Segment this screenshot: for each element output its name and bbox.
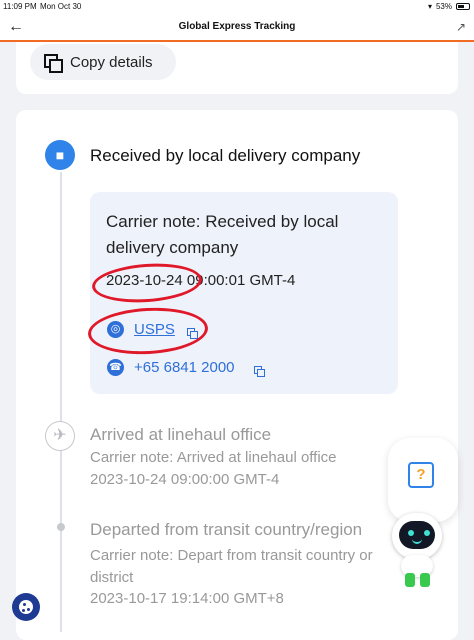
battery-icon — [456, 3, 470, 10]
status-right: ▾ 53% — [428, 2, 470, 11]
assistant-robot-icon[interactable] — [384, 513, 454, 589]
event-title: Received by local delivery company — [90, 146, 361, 165]
status-date: Mon Oct 30 — [40, 2, 82, 11]
cookie-icon — [19, 600, 33, 614]
nav-bar: ← Global Express Tracking ↗ — [0, 14, 474, 42]
truck-icon: ■ — [45, 140, 75, 170]
page-title: Global Express Tracking — [178, 21, 296, 32]
timeline-dot — [57, 523, 65, 531]
carrier-phone[interactable]: +65 6841 2000 — [134, 359, 235, 376]
event-datetime: 2023-10-24 09:00:00 GMT-4 — [90, 471, 280, 488]
event-datetime: 2023-10-17 19:14:00 GMT+8 — [90, 590, 284, 607]
timeline-line — [60, 172, 62, 632]
wifi-icon: ▾ — [427, 2, 432, 11]
carrier-note: Carrier note: Received by local delivery… — [106, 212, 339, 257]
airplane-icon: ✈ — [45, 421, 75, 451]
carrier-note: Carrier note: Depart from transit countr… — [90, 547, 373, 586]
copy-icon — [44, 54, 63, 73]
help-question-icon[interactable]: ? — [408, 462, 434, 488]
copy-details-button[interactable]: Copy details — [30, 44, 176, 80]
event-title: Arrived at linehaul office — [90, 425, 272, 444]
share-icon[interactable]: ↗ — [456, 20, 466, 34]
copy-details-label: Copy details — [70, 53, 153, 71]
carrier-note: Carrier note: Arrived at linehaul office — [90, 449, 337, 466]
copy-phone-icon[interactable] — [254, 366, 265, 377]
event-title: Departed from transit country/region — [90, 520, 363, 539]
cookie-settings-button[interactable] — [12, 593, 40, 621]
status-time: 11:09 PM — [3, 2, 37, 11]
phone-icon: ☎ — [107, 359, 124, 376]
battery-percent: 53% — [435, 2, 452, 11]
